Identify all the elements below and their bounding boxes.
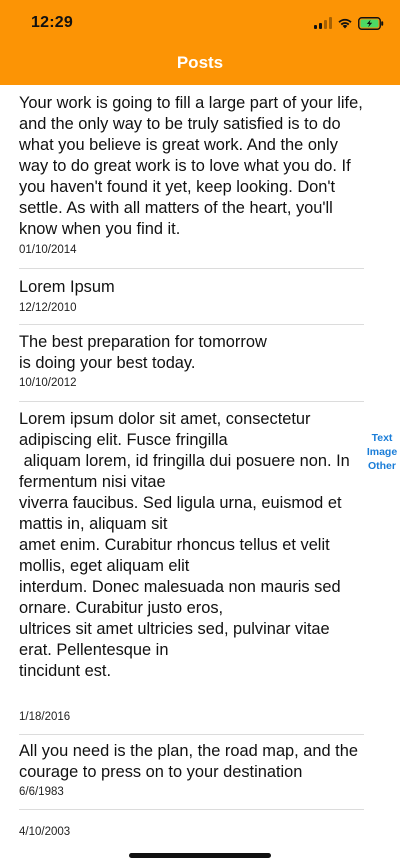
battery-charging-icon [358,16,384,30]
page-title: Posts [176,53,224,72]
section-index: Text Image Other [364,431,400,473]
status-icons [314,15,384,31]
wifi-icon [338,18,352,29]
post-row[interactable]: The best preparation for tomorrow is doi… [0,325,364,402]
post-date: 12/12/2010 [19,302,77,314]
posts-list: Your work is going to fill a large part … [0,85,364,850]
post-date: 4/10/2003 [19,826,71,838]
post-row[interactable]: 4/10/2003 [0,810,364,850]
post-text: Lorem ipsum dolor sit amet, consectetur … [19,410,350,680]
post-row[interactable]: All you need is the plan, the road map, … [0,735,364,810]
post-text: Lorem Ipsum [19,278,115,296]
status-time: 12:29 [31,14,73,31]
post-row[interactable]: Your work is going to fill a large part … [0,85,364,269]
post-text: Your work is going to fill a large part … [19,94,368,238]
signal-icon [314,17,332,29]
post-date: 6/6/1983 [19,786,64,798]
post-row[interactable]: Lorem Ipsum 12/12/2010 [0,269,364,325]
post-row[interactable]: Lorem ipsum dolor sit amet, consectetur … [0,402,364,735]
status-bar: 12:29 [0,0,400,50]
index-item-other[interactable]: Other [368,459,396,473]
navigation-header: 12:29 Posts [0,0,400,85]
post-text: The best preparation for tomorrow is doi… [19,333,267,372]
home-indicator[interactable] [129,853,271,858]
post-text: All you need is the plan, the road map, … [19,742,363,781]
index-item-image[interactable]: Image [367,445,397,459]
post-date: 01/10/2014 [19,244,77,256]
post-date: 10/10/2012 [19,377,77,389]
post-date: 1/18/2016 [19,711,71,723]
index-item-text[interactable]: Text [372,431,393,445]
